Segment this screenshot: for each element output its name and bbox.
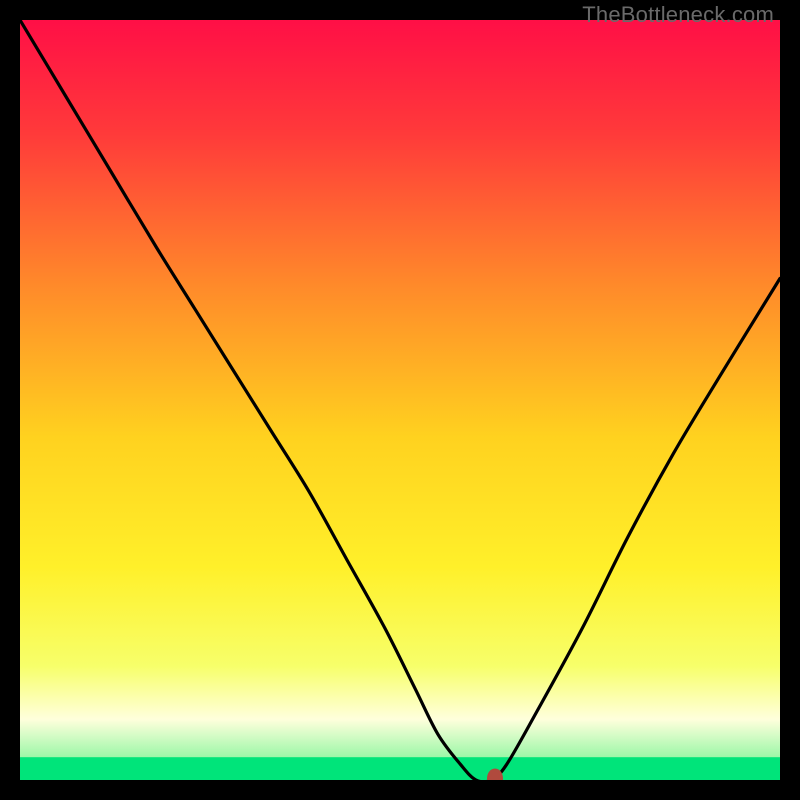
optimal-band: [20, 757, 780, 780]
bottleneck-chart: [20, 20, 780, 780]
gradient-background: [20, 20, 780, 780]
watermark-text: TheBottleneck.com: [582, 2, 774, 28]
chart-frame: [20, 20, 780, 780]
